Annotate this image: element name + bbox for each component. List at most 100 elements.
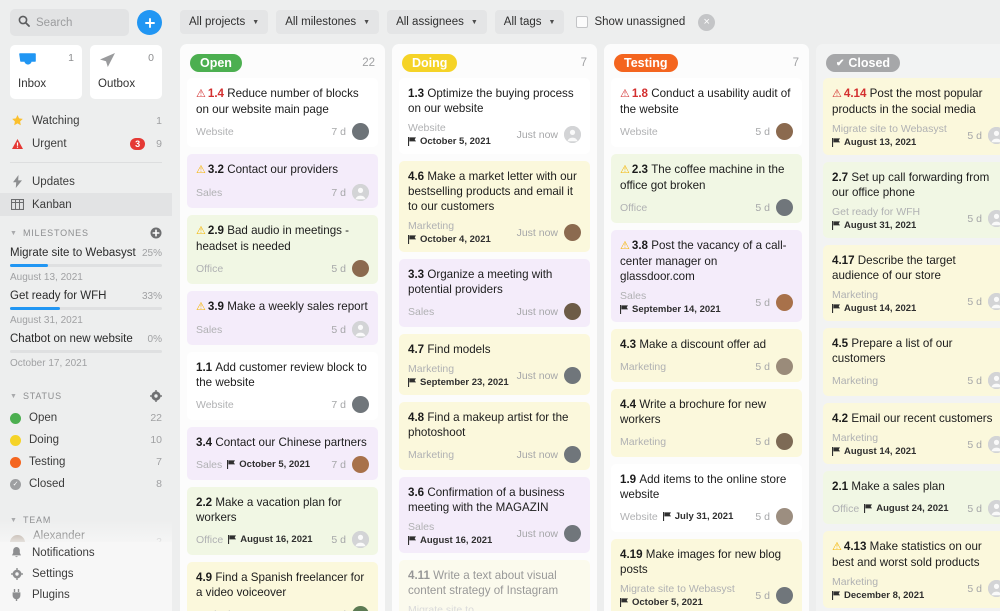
column-status-pill[interactable]: ✔ Closed xyxy=(826,54,901,72)
task-project[interactable]: Website xyxy=(196,399,234,411)
task-project[interactable]: Website xyxy=(196,126,234,138)
avatar-placeholder-icon[interactable] xyxy=(988,500,1000,517)
task-card[interactable]: 3.6 Confirmation of a business meeting w… xyxy=(399,477,590,553)
task-project[interactable]: Sales xyxy=(196,459,222,471)
task-card[interactable]: 4.6 Make a market letter with our bestse… xyxy=(399,161,590,252)
task-project[interactable]: Office xyxy=(196,534,223,546)
task-card[interactable]: 2.2 Make a vacation plan for workers Offi… xyxy=(187,487,378,555)
avatar-placeholder-icon[interactable] xyxy=(988,436,1000,453)
avatar[interactable] xyxy=(352,606,369,611)
chevron-down-icon[interactable]: ▼ xyxy=(10,517,17,524)
task-project[interactable]: Marketing xyxy=(832,375,878,387)
avatar[interactable] xyxy=(564,367,581,384)
filter-projects[interactable]: All projects ▼ xyxy=(180,10,269,34)
avatar-placeholder-icon[interactable] xyxy=(988,127,1000,144)
milestone-item[interactable]: Chatbot on new website 0% October 17, 20… xyxy=(0,330,172,373)
task-card[interactable]: 3.3 Organize a meeting with potential pr… xyxy=(399,259,590,327)
chevron-down-icon[interactable]: ▼ xyxy=(10,393,17,400)
filter-tags[interactable]: All tags ▼ xyxy=(494,10,565,34)
task-card[interactable]: 1.9 Add items to the online store websit… xyxy=(611,464,802,532)
task-project[interactable]: Marketing xyxy=(832,432,878,444)
avatar-placeholder-icon[interactable] xyxy=(988,210,1000,227)
column-cards[interactable]: ⚠ 1.8 Conduct a usability audit of the we… xyxy=(604,78,809,611)
avatar[interactable] xyxy=(352,260,369,277)
task-card[interactable]: 4.8 Find a makeup artist for the photosh… xyxy=(399,402,590,470)
avatar[interactable] xyxy=(564,446,581,463)
task-project[interactable]: Sales xyxy=(196,324,222,336)
sidebar-item-notifications[interactable]: Notifications xyxy=(0,542,172,563)
task-project[interactable]: Marketing xyxy=(408,220,454,232)
task-card[interactable]: 4.19 Make images for new blog posts Migra… xyxy=(611,539,802,611)
avatar-placeholder-icon[interactable] xyxy=(988,580,1000,597)
sidebar-status-open[interactable]: Open 22 xyxy=(0,407,172,429)
avatar[interactable] xyxy=(776,358,793,375)
task-project[interactable]: Marketing xyxy=(832,289,878,301)
sidebar-status-doing[interactable]: Doing 10 xyxy=(0,429,172,451)
task-project[interactable]: Marketing xyxy=(408,363,454,375)
avatar[interactable] xyxy=(776,508,793,525)
task-project[interactable]: Sales xyxy=(196,187,222,199)
sidebar-status-closed[interactable]: ✓ Closed 8 xyxy=(0,473,172,495)
task-card[interactable]: 3.4 Contact our Chinese partners Sales Oct… xyxy=(187,427,378,480)
avatar[interactable] xyxy=(352,396,369,413)
avatar[interactable] xyxy=(776,587,793,604)
task-project[interactable]: Office xyxy=(620,202,647,214)
task-card[interactable]: ⚠ 4.14 Post the most popular products in … xyxy=(823,78,1000,155)
task-card[interactable]: 2.1 Make a sales plan Office August 24, 20… xyxy=(823,471,1000,524)
sidebar-item-watching[interactable]: Watching 1 xyxy=(0,109,172,132)
sidebar-item-settings[interactable]: Settings xyxy=(0,563,172,584)
task-project[interactable]: Marketing xyxy=(620,436,666,448)
avatar[interactable] xyxy=(564,224,581,241)
clear-filters-button[interactable]: × xyxy=(698,13,716,31)
sidebar-item-urgent[interactable]: Urgent 3 9 xyxy=(0,132,172,155)
task-project[interactable]: Marketing xyxy=(832,576,878,588)
avatar[interactable] xyxy=(564,525,581,542)
task-project[interactable]: Website xyxy=(620,126,658,138)
task-card[interactable]: ⚠ 3.9 Make a weekly sales report Sales 5 d xyxy=(187,291,378,345)
sidebar-item-updates[interactable]: Updates xyxy=(0,170,172,193)
filter-milestones[interactable]: All milestones ▼ xyxy=(276,10,380,34)
task-project[interactable]: Get ready for WFH xyxy=(832,206,920,218)
filter-assignees[interactable]: All assignees ▼ xyxy=(387,10,487,34)
task-project[interactable]: Website xyxy=(620,511,658,523)
task-project[interactable]: Migrate site to Webasyst xyxy=(832,123,947,135)
avatar-placeholder-icon[interactable] xyxy=(352,184,369,201)
avatar[interactable] xyxy=(776,433,793,450)
task-project[interactable]: Sales xyxy=(408,306,434,318)
column-status-pill[interactable]: Testing xyxy=(614,54,678,72)
inbox-box[interactable]: 1 Inbox xyxy=(10,45,82,99)
task-card[interactable]: ⚠ 1.4 Reduce number of blocks on our webs… xyxy=(187,78,378,147)
avatar-placeholder-icon[interactable] xyxy=(352,321,369,338)
task-card[interactable]: 4.2 Email our recent customers Marketing A… xyxy=(823,403,1000,464)
avatar-placeholder-icon[interactable] xyxy=(564,126,581,143)
avatar[interactable] xyxy=(564,303,581,320)
task-card[interactable]: 4.3 Make a discount offer ad Marketing 5 d xyxy=(611,329,802,382)
task-project[interactable]: Website xyxy=(408,122,446,134)
column-cards[interactable]: ⚠ 4.14 Post the most popular products in … xyxy=(816,78,1000,611)
task-card[interactable]: ⚠ 3.8 Post the vacancy of a call-center m… xyxy=(611,230,802,322)
task-card[interactable]: 4.4 Write a brochure for new workers Mark… xyxy=(611,389,802,457)
column-cards[interactable]: ⚠ 1.4 Reduce number of blocks on our webs… xyxy=(180,78,385,611)
avatar[interactable] xyxy=(776,199,793,216)
task-card[interactable]: 1.1 Add customer review block to the web… xyxy=(187,352,378,420)
task-project[interactable]: Migrate site to Webasyst xyxy=(408,604,511,611)
show-unassigned-checkbox[interactable]: Show unassigned xyxy=(576,16,685,28)
task-card[interactable]: ⚠ 1.8 Conduct a usability audit of the we… xyxy=(611,78,802,147)
task-project[interactable]: Marketing xyxy=(620,361,666,373)
task-card[interactable]: 4.11 Write a text about visual content s… xyxy=(399,560,590,611)
avatar-placeholder-icon[interactable] xyxy=(988,293,1000,310)
search-input[interactable]: Search xyxy=(10,9,129,36)
task-project[interactable]: Office xyxy=(832,503,859,515)
outbox-box[interactable]: 0 Outbox xyxy=(90,45,162,99)
add-button[interactable] xyxy=(137,10,162,35)
avatar[interactable] xyxy=(776,294,793,311)
task-card[interactable]: ⚠ 2.3 The coffee machine in the office go… xyxy=(611,154,802,223)
add-milestone-icon[interactable] xyxy=(150,227,162,239)
milestone-item[interactable]: Get ready for WFH 33% August 31, 2021 xyxy=(0,287,172,330)
task-project[interactable]: Sales xyxy=(620,290,646,302)
task-card[interactable]: 4.7 Find models Marketing September 23, 20… xyxy=(399,334,590,395)
task-card[interactable]: ⚠ 2.9 Bad audio in meetings - headset is … xyxy=(187,215,378,284)
avatar[interactable] xyxy=(352,456,369,473)
task-card[interactable]: 4.17 Describe the target audience of our… xyxy=(823,245,1000,321)
task-card[interactable]: ⚠ 3.2 Contact our providers Sales 7 d xyxy=(187,154,378,208)
